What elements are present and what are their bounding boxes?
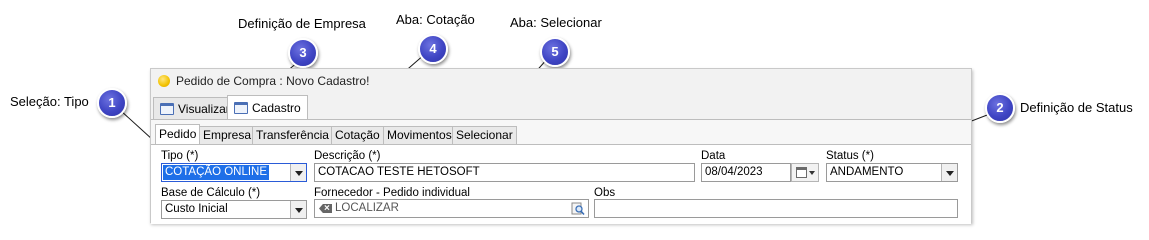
search-icon[interactable]	[571, 202, 585, 216]
tipo-label: Tipo (*)	[161, 150, 199, 162]
descricao-input[interactable]: COTACAO TESTE HETOSOFT	[314, 163, 695, 182]
callout-text-1: Seleção: Tipo	[10, 94, 89, 109]
callout-marker-1: 1	[97, 88, 127, 118]
window-titlebar: Pedido de Compra : Novo Cadastro!	[151, 69, 971, 93]
base-calculo-value: Custo Inicial	[165, 203, 228, 215]
purchase-order-window: Pedido de Compra : Novo Cadastro! Visual…	[150, 68, 972, 224]
fornecedor-placeholder: LOCALIZAR	[335, 202, 399, 214]
tab-empresa[interactable]: Empresa	[199, 126, 256, 144]
tab-visualizar[interactable]: Visualizar	[153, 97, 237, 119]
chevron-down-icon	[809, 171, 815, 175]
window-icon	[234, 101, 248, 114]
callout-marker-3: 3	[288, 38, 318, 68]
window-title: Pedido de Compra : Novo Cadastro!	[176, 74, 370, 88]
chevron-down-icon[interactable]	[290, 164, 306, 181]
callout-marker-4: 4	[418, 34, 448, 64]
pedido-form: Tipo (*) COTAÇÃO ONLINE Descrição (*) CO…	[151, 144, 971, 224]
obs-input[interactable]	[594, 199, 958, 218]
calendar-icon	[796, 167, 807, 178]
descricao-label: Descrição (*)	[314, 150, 381, 162]
status-select[interactable]: ANDAMENTO	[826, 163, 958, 182]
fornecedor-search-input[interactable]: LOCALIZAR	[314, 199, 589, 218]
date-picker-button[interactable]	[791, 163, 819, 182]
callout-text-3: Definição de Empresa	[238, 16, 366, 31]
data-label: Data	[701, 150, 726, 162]
fornecedor-label: Fornecedor - Pedido individual	[314, 187, 470, 199]
callout-marker-5: 5	[540, 37, 570, 67]
chevron-down-icon[interactable]	[290, 201, 306, 218]
status-value: ANDAMENTO	[830, 166, 904, 178]
obs-label: Obs	[594, 187, 616, 199]
tab-label: Visualizar	[178, 101, 230, 116]
tab-cotacao[interactable]: Cotação	[331, 126, 384, 144]
tab-label: Cadastro	[252, 100, 301, 115]
tab-movimentos[interactable]: Movimentos	[383, 126, 456, 144]
callout-text-5: Aba: Selecionar	[510, 15, 602, 30]
tab-selecionar[interactable]: Selecionar	[452, 126, 517, 144]
chevron-down-icon[interactable]	[941, 164, 957, 181]
cadastro-panel: Pedido Empresa Transferência Cotação Mov…	[151, 119, 971, 224]
tab-transferencia[interactable]: Transferência	[252, 126, 333, 144]
tab-pedido[interactable]: Pedido	[155, 124, 201, 144]
main-tabs: Visualizar Cadastro	[151, 95, 971, 119]
window-icon	[160, 102, 174, 115]
tipo-select[interactable]: COTAÇÃO ONLINE	[161, 163, 307, 182]
data-input[interactable]: 08/04/2023	[701, 163, 791, 182]
tab-cadastro[interactable]: Cadastro	[227, 95, 308, 119]
callout-text-4: Aba: Cotação	[396, 12, 475, 27]
callout-text-2: Definição de Status	[1020, 100, 1133, 115]
callout-marker-2: 2	[985, 93, 1015, 123]
yellow-circle-icon	[158, 75, 170, 87]
tipo-value: COTAÇÃO ONLINE	[163, 165, 270, 180]
base-calculo-select[interactable]: Custo Inicial	[161, 200, 307, 219]
clear-icon[interactable]	[319, 204, 332, 213]
status-label: Status (*)	[826, 150, 874, 162]
base-calculo-label: Base de Cálculo (*)	[161, 187, 261, 199]
